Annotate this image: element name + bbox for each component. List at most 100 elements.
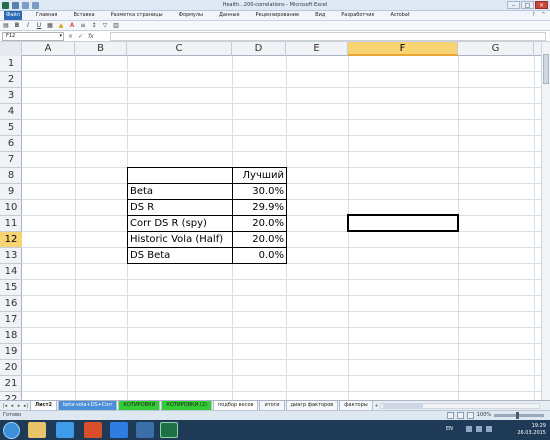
chart-icon[interactable]: ▥ bbox=[112, 22, 120, 29]
row-header-1[interactable]: 1 bbox=[0, 56, 22, 72]
row-header-19[interactable]: 19 bbox=[0, 344, 22, 360]
page-layout-view-icon[interactable] bbox=[456, 412, 464, 419]
row-header-18[interactable]: 18 bbox=[0, 328, 22, 344]
select-all-button[interactable] bbox=[0, 42, 22, 56]
prev-sheet-icon[interactable]: ◂ bbox=[9, 402, 15, 410]
row-header-12[interactable]: 12 bbox=[0, 232, 22, 248]
zoom-slider[interactable] bbox=[494, 412, 544, 419]
name-box[interactable]: F12 ▾ bbox=[2, 32, 64, 41]
column-header-g[interactable]: G bbox=[458, 42, 534, 56]
table-value-cell[interactable]: 20.0% bbox=[232, 231, 287, 248]
chrome-icon[interactable] bbox=[56, 422, 74, 438]
table-label-cell[interactable]: Corr DS R (spy) bbox=[127, 215, 233, 232]
column-header-f[interactable]: F bbox=[348, 42, 458, 56]
insert-sheet-icon[interactable]: + bbox=[374, 402, 380, 410]
row-header-8[interactable]: 8 bbox=[0, 168, 22, 184]
sheet-tab[interactable]: факторы bbox=[339, 400, 373, 411]
tab-home[interactable]: Главная bbox=[34, 11, 60, 20]
tab-view[interactable]: Вид bbox=[313, 11, 327, 20]
help-icon[interactable]: ? bbox=[530, 12, 537, 19]
horizontal-scroll-thumb[interactable] bbox=[383, 404, 423, 408]
table-value-cell[interactable]: 29.9% bbox=[232, 199, 287, 216]
sheet-tab[interactable]: итоги bbox=[259, 400, 285, 411]
table-label-cell[interactable]: DS R bbox=[127, 199, 233, 216]
column-header-e[interactable]: E bbox=[286, 42, 348, 56]
zoom-slider-knob[interactable] bbox=[516, 412, 519, 419]
font-color-icon[interactable]: A bbox=[68, 22, 76, 29]
maximize-button[interactable]: □ bbox=[521, 1, 534, 9]
close-button[interactable]: × bbox=[535, 1, 548, 9]
row-header-11[interactable]: 11 bbox=[0, 216, 22, 232]
next-sheet-icon[interactable]: ▸ bbox=[16, 402, 22, 410]
sheet-tab[interactable]: beta-vola+DS+Corr bbox=[58, 400, 118, 411]
minimize-button[interactable]: – bbox=[507, 1, 520, 9]
normal-view-icon[interactable] bbox=[446, 412, 454, 419]
row-header-15[interactable]: 15 bbox=[0, 280, 22, 296]
row-header-16[interactable]: 16 bbox=[0, 296, 22, 312]
row-header-4[interactable]: 4 bbox=[0, 104, 22, 120]
page-break-view-icon[interactable] bbox=[466, 412, 474, 419]
tab-developer[interactable]: Разработчик bbox=[339, 11, 376, 20]
table-label-cell[interactable]: Historic Vola (Half) bbox=[127, 231, 233, 248]
opera-icon[interactable] bbox=[84, 422, 102, 438]
bold-icon[interactable]: B bbox=[13, 22, 21, 29]
flag-icon[interactable] bbox=[486, 426, 492, 432]
tab-data[interactable]: Данные bbox=[217, 11, 242, 20]
tab-formulas[interactable]: Формулы bbox=[177, 11, 205, 20]
row-header-3[interactable]: 3 bbox=[0, 88, 22, 104]
row-header-6[interactable]: 6 bbox=[0, 136, 22, 152]
italic-icon[interactable]: I bbox=[24, 22, 32, 29]
sheet-tab[interactable]: КОТИРОВКИ bbox=[118, 400, 161, 411]
align-left-icon[interactable]: ≡ bbox=[79, 22, 87, 29]
file-explorer-icon[interactable] bbox=[28, 422, 46, 438]
table-value-cell[interactable]: 0.0% bbox=[232, 247, 287, 264]
first-sheet-icon[interactable]: |◂ bbox=[2, 402, 8, 410]
tab-insert[interactable]: Вставка bbox=[71, 11, 96, 20]
language-indicator[interactable]: EN bbox=[446, 426, 453, 432]
table-value-cell[interactable]: 30.0% bbox=[232, 183, 287, 200]
tab-review[interactable]: Рецензирование bbox=[254, 11, 302, 20]
column-header-b[interactable]: B bbox=[75, 42, 127, 56]
row-header-5[interactable]: 5 bbox=[0, 120, 22, 136]
last-sheet-icon[interactable]: ▸| bbox=[23, 402, 29, 410]
row-header-2[interactable]: 2 bbox=[0, 72, 22, 88]
column-header-a[interactable]: A bbox=[22, 42, 75, 56]
cell-grid[interactable]: Лучший Beta 30.0% DS R 29.9% Corr DS R (… bbox=[22, 56, 550, 400]
row-header-13[interactable]: 13 bbox=[0, 248, 22, 264]
clock-time[interactable]: 19:29 bbox=[506, 423, 546, 429]
start-button-icon[interactable] bbox=[3, 422, 20, 439]
tab-file[interactable]: Файл bbox=[4, 11, 22, 20]
ribbon-minimize-icon[interactable]: ^ bbox=[540, 12, 547, 19]
vertical-scrollbar[interactable] bbox=[541, 42, 550, 400]
excel-taskbar-icon[interactable] bbox=[160, 422, 178, 438]
sheet-tab[interactable]: Лист2 bbox=[30, 400, 57, 411]
row-header-17[interactable]: 17 bbox=[0, 312, 22, 328]
row-header-14[interactable]: 14 bbox=[0, 264, 22, 280]
underline-icon[interactable]: U bbox=[35, 22, 43, 29]
insert-function-button[interactable]: fx bbox=[88, 32, 94, 41]
table-label-cell[interactable]: DS Beta bbox=[127, 247, 233, 264]
table-value-cell[interactable]: 20.0% bbox=[232, 215, 287, 232]
sheet-tab[interactable]: подбор весов bbox=[212, 400, 259, 411]
formula-input[interactable] bbox=[110, 32, 546, 41]
horizontal-scrollbar[interactable] bbox=[380, 403, 540, 409]
tab-acrobat[interactable]: Acrobat bbox=[389, 11, 412, 20]
chevron-down-icon[interactable]: ▾ bbox=[59, 33, 62, 40]
sheet-tab[interactable]: КОТИРОВКИ (2) bbox=[161, 400, 212, 411]
row-header-7[interactable]: 7 bbox=[0, 152, 22, 168]
row-header-10[interactable]: 10 bbox=[0, 200, 22, 216]
column-header-c[interactable]: C bbox=[127, 42, 232, 56]
sheet-tab[interactable]: диагр факторов bbox=[285, 400, 339, 411]
tab-page-layout[interactable]: Разметка страницы bbox=[109, 11, 165, 20]
borders-icon[interactable]: ▦ bbox=[46, 22, 54, 29]
row-header-9[interactable]: 9 bbox=[0, 184, 22, 200]
app-icon[interactable] bbox=[136, 422, 154, 438]
enter-icon[interactable]: ✓ bbox=[78, 32, 83, 41]
network-icon[interactable] bbox=[466, 426, 472, 432]
vertical-scroll-thumb[interactable] bbox=[543, 54, 549, 84]
fill-color-icon[interactable]: ▲ bbox=[57, 22, 65, 29]
cancel-icon[interactable]: × bbox=[68, 32, 73, 41]
row-header-21[interactable]: 21 bbox=[0, 376, 22, 392]
zoom-level[interactable]: 100% bbox=[477, 412, 491, 419]
cell-c9[interactable] bbox=[127, 167, 233, 184]
